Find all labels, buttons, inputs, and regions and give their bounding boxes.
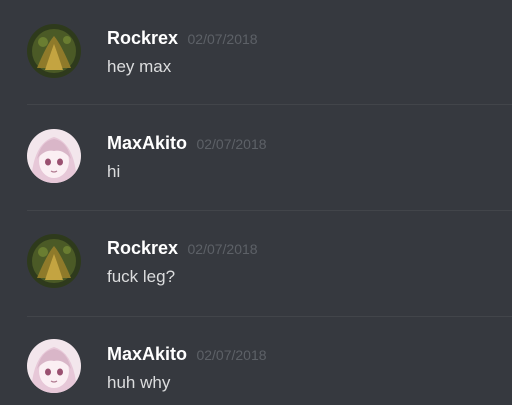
timestamp: 02/07/2018 <box>196 136 267 152</box>
username[interactable]: Rockrex <box>107 28 178 48</box>
username[interactable]: MaxAkito <box>107 133 187 153</box>
avatar[interactable] <box>27 234 81 288</box>
timestamp: 02/07/2018 <box>187 241 258 257</box>
chat-messages: Rockrex 02/07/2018 hey max MaxAkito 02/0… <box>0 0 512 405</box>
timestamp: 02/07/2018 <box>187 31 258 47</box>
maxakito-avatar-icon <box>27 129 81 183</box>
rockrex-avatar-icon <box>27 234 81 288</box>
message-divider <box>27 104 512 105</box>
message-text: huh why <box>107 373 171 392</box>
message-divider <box>27 316 512 317</box>
timestamp: 02/07/2018 <box>196 347 267 363</box>
maxakito-avatar-icon <box>27 339 81 393</box>
message-divider <box>27 210 512 211</box>
avatar[interactable] <box>27 339 81 393</box>
message-text: fuck leg? <box>107 267 176 286</box>
rockrex-avatar-icon <box>27 24 81 78</box>
message-text: hi <box>107 162 121 181</box>
message-text: hey max <box>107 57 172 76</box>
username[interactable]: Rockrex <box>107 238 178 258</box>
avatar[interactable] <box>27 24 81 78</box>
username[interactable]: MaxAkito <box>107 344 187 364</box>
avatar[interactable] <box>27 129 81 183</box>
